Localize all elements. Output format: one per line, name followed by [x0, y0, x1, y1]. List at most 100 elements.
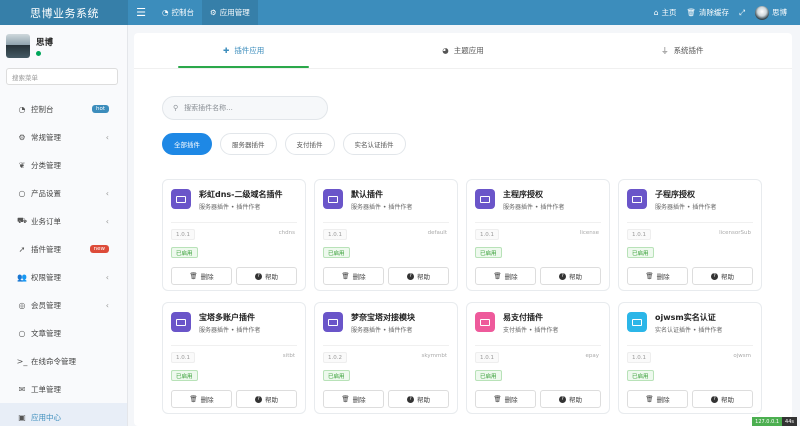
- delete-label: 删除: [656, 396, 670, 404]
- user-avatar: [6, 34, 30, 58]
- question-icon: ?: [559, 395, 566, 403]
- plugin-card: 易支付插件 支付插件 • 插件作者 1.0.1 epay 已启用 🗑 删除? 帮助: [466, 302, 610, 414]
- leaf-icon: ❦: [18, 160, 26, 170]
- delete-button[interactable]: 🗑 删除: [627, 267, 688, 285]
- sidebar-item-label: 权限管理: [31, 272, 61, 282]
- question-icon: ?: [407, 272, 414, 280]
- main-panel: ✚ 插件应用 ◕ 主题应用 ⏚ 系统插件 ⚲ 搜索插件名称... 全部插件 服务…: [134, 33, 792, 426]
- help-label: 帮助: [569, 396, 582, 404]
- search-icon: ⚲: [173, 104, 179, 112]
- sidebar-item-label: 产品设置: [31, 188, 61, 198]
- tab-app-management[interactable]: ⚙ 应用管理: [202, 0, 258, 25]
- tab-dashboard[interactable]: ◔ 控制台: [154, 0, 202, 25]
- plugin-card: 宝塔多账户插件 服务器插件 • 插件作者 1.0.1 sitbt 已启用 🗑 删除? 帮助: [162, 302, 306, 414]
- delete-button[interactable]: 🗑 删除: [475, 390, 536, 408]
- delete-button[interactable]: 🗑 删除: [171, 267, 232, 285]
- plugin-icon: [171, 189, 191, 209]
- plugin-version: 1.0.1: [627, 229, 651, 240]
- server-icon: [328, 318, 338, 326]
- user-circle-icon: ◎: [18, 300, 26, 310]
- plugin-name: 易支付插件: [503, 313, 543, 322]
- debug-corner: 127.0.0.1 44s: [752, 417, 797, 426]
- help-button[interactable]: ? 帮助: [692, 267, 753, 285]
- help-button[interactable]: ? 帮助: [236, 267, 297, 285]
- delete-label: 删除: [200, 396, 214, 404]
- plugin-version: 1.0.1: [475, 229, 499, 240]
- help-button[interactable]: ? 帮助: [540, 390, 601, 408]
- delete-button[interactable]: 🗑 删除: [627, 390, 688, 408]
- plugin-slug: ojwsm: [733, 353, 751, 359]
- tab-label: 主题应用: [453, 46, 484, 55]
- plugin-version: 1.0.2: [323, 352, 347, 363]
- plugin-card: 子程序授权 服务器插件 • 插件作者 1.0.1 licensorSub 已启用 🗑 删除?…: [618, 179, 762, 291]
- tab-label: 系统插件: [673, 46, 704, 55]
- tab-theme-apps[interactable]: ◕ 主题应用: [353, 33, 572, 68]
- filter-payment[interactable]: 支付插件: [284, 133, 335, 155]
- sidebar-item-label: 在线命令管理: [31, 356, 76, 366]
- trash-icon: 🗑: [189, 272, 198, 280]
- help-button[interactable]: ? 帮助: [236, 390, 297, 408]
- filter-server[interactable]: 服务器插件: [220, 133, 277, 155]
- sidebar-item-product[interactable]: ○ 产品设置 ‹: [0, 179, 127, 207]
- plugin-meta: 服务器插件 • 插件作者: [351, 204, 413, 211]
- help-button[interactable]: ? 帮助: [540, 267, 601, 285]
- brand-title[interactable]: 思博业务系统: [0, 0, 128, 25]
- delete-button[interactable]: 🗑 删除: [323, 267, 384, 285]
- sidebar-user-name: 思博: [36, 38, 54, 48]
- clear-cache-link[interactable]: 🗑 清除缓存: [681, 7, 734, 18]
- filter-all[interactable]: 全部插件: [162, 133, 212, 155]
- fullscreen-button[interactable]: ⤢: [734, 8, 750, 18]
- sidebar-item-permissions[interactable]: 👥 权限管理 ‹: [0, 263, 127, 291]
- menu-search-input[interactable]: 搜索菜单: [6, 68, 118, 85]
- ip-label: 127.0.0.1: [752, 417, 783, 426]
- plugin-slug: default: [427, 230, 447, 236]
- online-dot-icon: [36, 51, 41, 56]
- delete-button[interactable]: 🗑 删除: [323, 390, 384, 408]
- server-icon: [632, 195, 642, 203]
- help-label: 帮助: [721, 396, 734, 404]
- delete-button[interactable]: 🗑 删除: [171, 390, 232, 408]
- plugin-search-input[interactable]: ⚲ 搜索插件名称...: [162, 96, 328, 120]
- status-badge: 已启用: [627, 247, 654, 258]
- chevron-left-icon: ‹: [105, 300, 109, 310]
- delete-button[interactable]: 🗑 删除: [475, 267, 536, 285]
- sidebar-item-orders[interactable]: ⛟ 业务订单 ‹: [0, 207, 127, 235]
- user-menu[interactable]: 思博: [750, 5, 792, 20]
- sidebar-item-dashboard[interactable]: ◔ 控制台 hot: [0, 95, 127, 123]
- sidebar-item-app-center[interactable]: ▣ 应用中心: [0, 403, 127, 426]
- sidebar-item-category[interactable]: ❦ 分类管理: [0, 151, 127, 179]
- sidebar-item-label: 分类管理: [31, 160, 61, 170]
- sidebar-toggle-icon[interactable]: ☰: [128, 0, 154, 25]
- delete-label: 删除: [504, 396, 518, 404]
- sidebar-item-plugins[interactable]: ➚ 插件管理 new: [0, 235, 127, 263]
- help-label: 帮助: [265, 396, 278, 404]
- sidebar-item-tickets[interactable]: ✉ 工单管理: [0, 375, 127, 403]
- sidebar-item-members[interactable]: ◎ 会员管理 ‹: [0, 291, 127, 319]
- sidebar-item-articles[interactable]: ○ 文章管理: [0, 319, 127, 347]
- circle-icon: ○: [18, 188, 26, 198]
- delete-label: 删除: [656, 273, 670, 281]
- cube-icon: ▣: [18, 412, 26, 422]
- help-button[interactable]: ? 帮助: [692, 390, 753, 408]
- hot-badge: hot: [91, 105, 109, 113]
- status-badge: 已启用: [171, 370, 198, 381]
- plugin-name: 彩虹dns-二级域名插件: [199, 190, 283, 199]
- trash-icon: 🗑: [341, 395, 350, 403]
- plugin-slug: license: [579, 230, 599, 236]
- home-icon: ⌂: [653, 8, 659, 17]
- tab-system-plugins[interactable]: ⏚ 系统插件: [573, 33, 792, 68]
- status-badge: 已启用: [475, 370, 502, 381]
- sidebar-item-general[interactable]: ⚙ 常规管理 ‹: [0, 123, 127, 151]
- plugin-name: 宝塔多账户插件: [199, 313, 255, 322]
- filter-realname[interactable]: 实名认证插件: [342, 133, 406, 155]
- terminal-icon: >_: [16, 356, 28, 366]
- plugin-version: 1.0.1: [323, 229, 347, 240]
- home-link[interactable]: ⌂ 主页: [649, 7, 682, 18]
- tab-plugin-apps[interactable]: ✚ 插件应用: [134, 33, 353, 68]
- plugin-icon: [475, 312, 495, 332]
- online-status: [36, 51, 53, 56]
- help-button[interactable]: ? 帮助: [388, 390, 449, 408]
- help-button[interactable]: ? 帮助: [388, 267, 449, 285]
- sidebar-item-commands[interactable]: >_ 在线命令管理: [0, 347, 127, 375]
- plugin-slug: licensorSub: [719, 230, 751, 236]
